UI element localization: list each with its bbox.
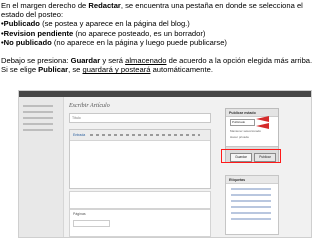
intro-text: En el margen derecho de (1, 1, 89, 10)
tag-link[interactable] (231, 188, 271, 190)
title-label: Título (72, 116, 81, 120)
red-arrow-icon (256, 123, 269, 129)
pages-box: Páginas (69, 209, 211, 237)
status-select[interactable]: Publicado (230, 119, 255, 126)
tag-link[interactable] (231, 212, 271, 214)
post-editor[interactable]: Entrada (69, 129, 211, 189)
post-title-field[interactable]: Título (69, 113, 211, 123)
pages-field[interactable] (73, 220, 110, 227)
intro-paragraph: En el margen derecho de Redactar, se enc… (1, 1, 319, 19)
page-title: Escribir Artículo (69, 103, 110, 109)
wordpress-editor-screenshot: Escribir Artículo Título Entrada Páginas… (18, 90, 312, 238)
bullet-revision-text: (no aparece posteado, es un borrador) (73, 28, 206, 38)
bullet-publicado: •Publicado (se postea y aparece en la pá… (1, 19, 319, 28)
publish-option[interactable]: Hacer privada (230, 135, 249, 139)
bullet-publicado-text: (se postea y aparece en la página del bl… (39, 19, 190, 29)
buttons-highlight-box (221, 149, 281, 163)
bullet-revision: •Revision pendiente (no aparece posteado… (1, 29, 319, 38)
tag-link[interactable] (231, 194, 271, 196)
bullet-no-publicado-text: (no aparece en la página y luego puede p… (51, 37, 227, 47)
guardar-word: Guardar (70, 56, 101, 66)
tags-panel-header: Etiquetas (226, 176, 278, 184)
bullet-publicado-label: •Publicado (1, 19, 40, 29)
editor-tab[interactable]: Entrada (73, 133, 85, 137)
publish-option[interactable]: Mantener seleccionado (230, 129, 261, 133)
publish-panel-header: Publicar estado (226, 109, 278, 117)
menu-item[interactable] (23, 111, 53, 113)
red-arrow-icon (256, 116, 269, 122)
tag-link[interactable] (231, 206, 271, 208)
menu-item[interactable] (23, 129, 53, 131)
publicar-paragraph: Si se elige Publicar, se guardará y post… (1, 65, 319, 74)
admin-side-menu (19, 97, 64, 237)
guardar-text-3: de acuerdo a la opción elegida más arrib… (166, 56, 313, 66)
guardar-text-1: Debajo se presiona: (1, 56, 71, 66)
bullet-no-publicado-label: •No publicado (1, 37, 52, 47)
publish-panel-title: Publicar estado (229, 110, 256, 115)
toolbar-icons[interactable] (90, 134, 200, 136)
almacenado-word: almacenado (125, 56, 167, 66)
tag-link[interactable] (231, 200, 271, 202)
tag-link[interactable] (231, 218, 271, 220)
publicar-text-2: , se (68, 65, 83, 75)
menu-item[interactable] (23, 117, 53, 119)
guardara-posteara-words: guardará y posteará (82, 65, 151, 75)
guardar-paragraph: Debajo se presiona: Guardar y será almac… (1, 56, 319, 65)
meta-box (69, 191, 211, 209)
guardar-text-2: y será (100, 56, 126, 66)
redactar-word: Redactar (88, 1, 121, 10)
tags-panel: Etiquetas (225, 175, 279, 235)
bullet-no-publicado: •No publicado (no aparece en la página y… (1, 38, 319, 47)
instructions-text: En el margen derecho de Redactar, se enc… (1, 1, 319, 74)
editor-toolbar: Entrada (70, 130, 210, 141)
tags-panel-title: Etiquetas (229, 177, 246, 182)
pages-label: Páginas (73, 212, 86, 216)
bullet-revision-label: •Revision pendiente (1, 28, 74, 38)
publicar-text-3: automáticamente. (150, 65, 213, 75)
publicar-word: Publicar (38, 65, 69, 75)
menu-item[interactable] (23, 105, 53, 107)
publicar-text-1: Si se elige (1, 65, 39, 75)
menu-item[interactable] (23, 123, 53, 125)
